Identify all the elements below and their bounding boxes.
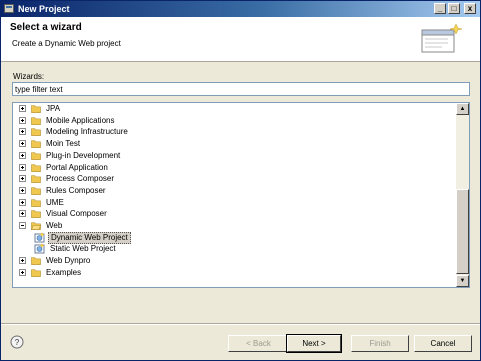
folder-icon	[31, 175, 41, 184]
tree-item-label: Moin Test	[46, 139, 81, 149]
expand-icon[interactable]	[19, 116, 26, 124]
footer-divider	[1, 323, 480, 325]
cancel-button[interactable]: Cancel	[414, 335, 472, 352]
folder-icon	[31, 105, 41, 113]
next-button[interactable]: Next >	[286, 334, 342, 353]
scroll-down-arrow-icon[interactable]: ▼	[456, 275, 469, 287]
finish-button[interactable]: Finish	[351, 335, 409, 352]
tree-item[interactable]: Visual Composer	[13, 208, 455, 220]
tree-item-label: Visual Composer	[46, 209, 107, 219]
new-project-dialog: New Project _ □ x Select a wizard Create…	[0, 0, 481, 361]
window-title: New Project	[18, 4, 70, 14]
tree-item[interactable]: UME	[13, 197, 455, 209]
tree-item-label: Mobile Applications	[46, 115, 115, 125]
tree-item-label: Process Composer	[46, 174, 115, 184]
expand-icon[interactable]	[19, 105, 26, 112]
tree-item-label: UME	[46, 197, 64, 207]
open-folder-icon	[31, 222, 41, 230]
tree-item-label: Plug-in Development	[46, 150, 121, 160]
folder-icon	[31, 198, 41, 207]
tree-item[interactable]: Portal Application	[13, 162, 455, 174]
page-subtitle: Create a Dynamic Web project	[12, 39, 121, 48]
tree-item-label: Portal Application	[46, 162, 108, 172]
folder-icon	[31, 128, 41, 137]
tree-item[interactable]: Rules Composer	[13, 185, 455, 197]
scroll-thumb[interactable]	[456, 189, 469, 274]
expand-icon[interactable]	[19, 163, 26, 171]
tree-item[interactable]: Web	[13, 220, 455, 232]
folder-icon	[31, 117, 41, 125]
wizards-label: Wizards:	[13, 72, 45, 81]
folder-icon	[31, 140, 41, 148]
maximize-button[interactable]: □	[448, 3, 460, 14]
collapse-icon[interactable]	[19, 222, 26, 229]
expand-icon[interactable]	[19, 268, 26, 276]
tree-item[interactable]: Static Web Project	[13, 243, 455, 255]
tree-item-label: Rules Composer	[46, 185, 106, 195]
expand-icon[interactable]	[19, 210, 26, 218]
tree-item[interactable]: Modeling Infrastructure	[13, 126, 455, 138]
folder-icon	[31, 152, 41, 160]
expand-icon[interactable]	[19, 257, 26, 265]
expand-icon[interactable]	[19, 198, 26, 206]
expand-icon[interactable]	[19, 186, 26, 194]
tree-item-label: Examples	[46, 267, 82, 277]
tree-scrollbar[interactable]: ▲ ▼	[456, 103, 469, 287]
web-project-icon	[34, 243, 45, 254]
help-icon[interactable]: ?	[10, 335, 24, 349]
folder-icon	[31, 257, 41, 265]
tree-item[interactable]: Moin Test	[13, 138, 455, 150]
wizard-tree[interactable]: JPA Mobile Applications Modeling Infrastru…	[12, 102, 470, 288]
tree-item[interactable]: Dynamic Web Project	[13, 231, 455, 244]
tree-item-label: Web Dynpro	[46, 256, 91, 266]
minimize-button[interactable]: _	[434, 3, 446, 14]
tree-item[interactable]: Web Dynpro	[13, 255, 455, 267]
tree-item[interactable]: JPA	[13, 103, 455, 115]
folder-icon	[31, 269, 41, 277]
wizard-banner-icon	[421, 23, 463, 53]
expand-icon[interactable]	[19, 128, 26, 136]
close-button[interactable]: x	[464, 3, 476, 14]
tree-item-label: Modeling Infrastructure	[46, 127, 128, 137]
tree-item-label: JPA	[46, 104, 61, 113]
expand-icon[interactable]	[19, 175, 26, 183]
tree-item[interactable]: Process Composer	[13, 173, 455, 185]
tree-item[interactable]: Mobile Applications	[13, 115, 455, 127]
tree-item-label: Dynamic Web Project	[48, 231, 131, 244]
wizard-header: Select a wizard Create a Dynamic Web pro…	[1, 17, 480, 62]
svg-text:?: ?	[15, 338, 20, 347]
page-title: Select a wizard	[10, 22, 82, 33]
tree-item-label: Web	[46, 221, 63, 230]
window-icon	[4, 4, 14, 13]
filter-input[interactable]	[12, 82, 470, 96]
expand-icon[interactable]	[19, 140, 26, 148]
folder-icon	[31, 187, 41, 195]
folder-icon	[31, 210, 41, 219]
tree-item-label: Static Web Project	[50, 244, 116, 254]
tree-item[interactable]: Plug-in Development	[13, 150, 455, 162]
back-button[interactable]: < Back	[228, 335, 289, 352]
title-bar[interactable]: New Project _ □ x	[1, 1, 480, 17]
folder-icon	[31, 163, 41, 172]
expand-icon[interactable]	[19, 151, 26, 159]
web-project-icon	[34, 231, 45, 243]
scroll-up-arrow-icon[interactable]: ▲	[456, 103, 469, 115]
tree-item[interactable]: Examples	[13, 267, 455, 279]
